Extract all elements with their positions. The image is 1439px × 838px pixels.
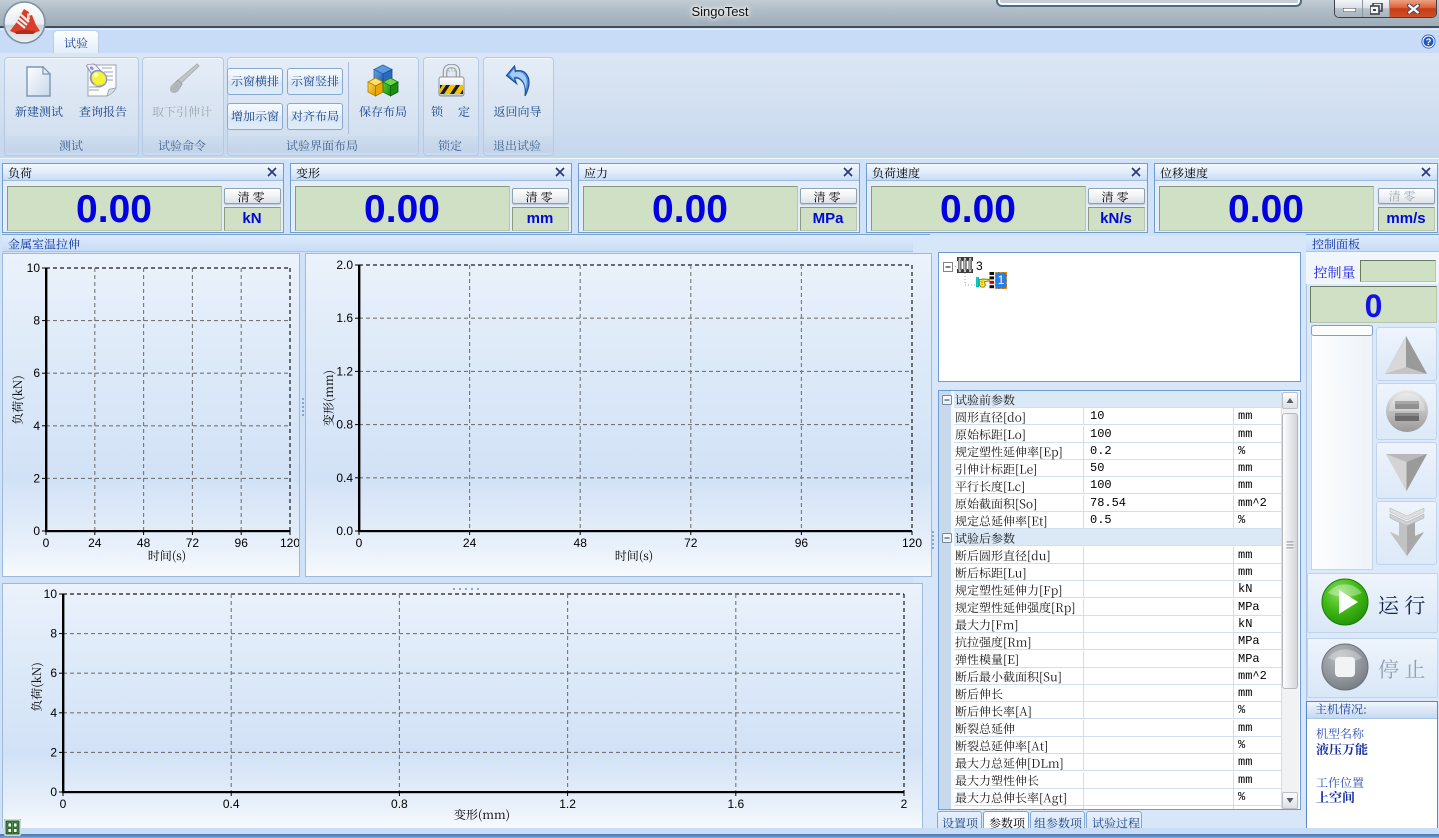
svg-text:0: 0 <box>356 536 363 550</box>
svg-text:10: 10 <box>27 261 41 275</box>
svg-text:2: 2 <box>50 745 57 759</box>
svg-text:2: 2 <box>33 471 40 485</box>
svg-text:0.4: 0.4 <box>223 797 240 811</box>
svg-text:1.6: 1.6 <box>727 797 744 811</box>
svg-text:6: 6 <box>33 366 40 380</box>
svg-text:96: 96 <box>235 536 249 550</box>
svg-text:24: 24 <box>463 536 477 550</box>
svg-text:96: 96 <box>795 536 809 550</box>
svg-text:?: ? <box>1426 37 1432 48</box>
svg-text:0.0: 0.0 <box>336 524 353 538</box>
svg-text:0.4: 0.4 <box>336 471 353 485</box>
svg-text:48: 48 <box>574 536 588 550</box>
svg-text:1.6: 1.6 <box>336 311 353 325</box>
svg-text:48: 48 <box>137 536 151 550</box>
svg-text:4: 4 <box>50 706 57 720</box>
svg-text:1.2: 1.2 <box>559 797 576 811</box>
svg-text:2: 2 <box>901 797 908 811</box>
svg-text:0: 0 <box>60 797 67 811</box>
svg-text:72: 72 <box>186 536 200 550</box>
svg-text:24: 24 <box>88 536 102 550</box>
svg-text:2.0: 2.0 <box>336 258 353 272</box>
svg-text:8: 8 <box>50 627 57 641</box>
svg-text:120: 120 <box>902 536 922 550</box>
svg-text:8: 8 <box>33 314 40 328</box>
svg-text:120: 120 <box>280 536 300 550</box>
svg-text:4: 4 <box>33 419 40 433</box>
svg-text:0: 0 <box>43 536 50 550</box>
svg-text:0: 0 <box>33 524 40 538</box>
svg-text:0: 0 <box>50 785 57 799</box>
svg-text:0.8: 0.8 <box>336 418 353 432</box>
svg-text:1.2: 1.2 <box>336 364 353 378</box>
svg-text:0.8: 0.8 <box>391 797 408 811</box>
svg-text:72: 72 <box>684 536 698 550</box>
svg-text:6: 6 <box>50 666 57 680</box>
